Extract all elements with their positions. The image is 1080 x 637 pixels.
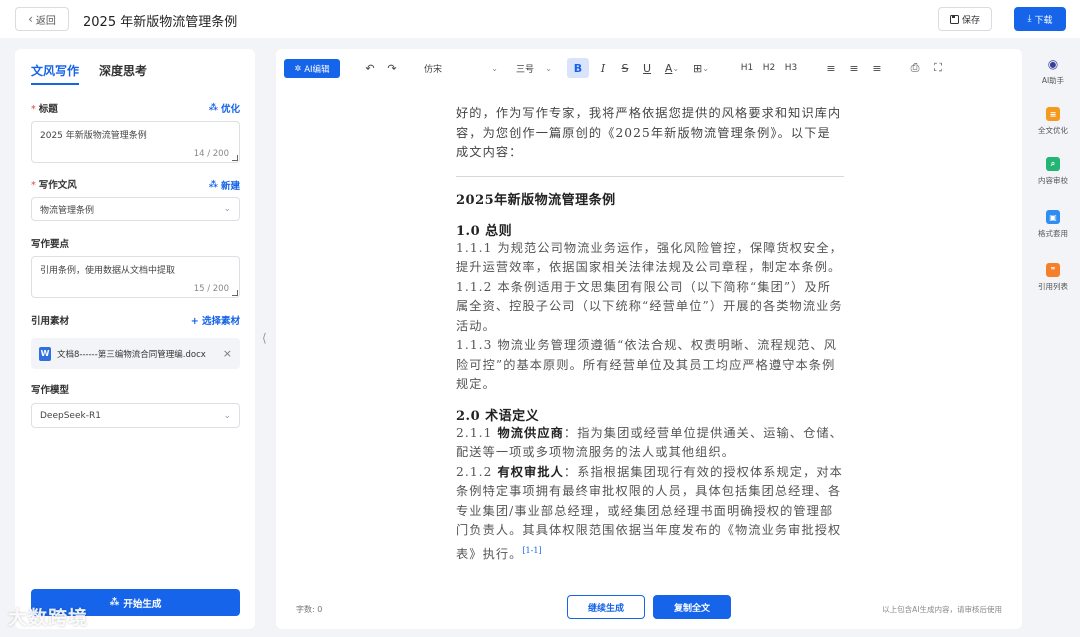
font-size-select[interactable]: 三号 ⌄ [512,58,556,78]
italic-icon[interactable]: I [594,58,612,78]
download-label: 下载 [1034,15,1053,26]
resize-handle[interactable] [232,155,238,161]
chevron-down-icon: ⌄ [545,63,552,73]
style-select[interactable]: 物流管理条例 ⌄ [31,197,240,221]
document-editor: ✲ AI编辑 ↶ ↷ 仿宋 ⌄ 三号 ⌄ B I S U A ⌄ ⊞ ⌄ H1 H2… [276,49,1022,629]
bold-icon[interactable]: B [567,58,589,78]
heading-2-button[interactable]: H2 [760,58,778,78]
magic-wand-icon: ⁂ [208,180,218,190]
editor-toolbar: ✲ AI编辑 ↶ ↷ 仿宋 ⌄ 三号 ⌄ B I S U A ⌄ ⊞ ⌄ H1 H2… [284,58,1012,82]
chevron-down-icon: ⌄ [491,63,498,73]
points-field-label: 写作要点 [31,239,70,250]
ai-icon: ✲ [294,64,302,73]
full-text-optimize-button[interactable]: ≡ 全文优化 [1030,107,1076,136]
intro-paragraph: 好的，作为写作专家，我将严格依据您提供的风格要求和知识库内容，为您创作一篇原创的… [456,106,842,159]
optimize-title-button[interactable]: ⁂ 优化 [209,101,240,115]
writing-settings-panel: 文风写作 深度思考 * 标题 ⁂ 优化 2025 年新版物流管理条例 14 / 2… [15,49,255,629]
select-material-button[interactable]: + 选择素材 [191,313,240,327]
format-icon: ▣ [1046,210,1060,224]
magic-wand-icon: ⁂ [109,597,120,608]
chevron-left-icon: ‹ [28,12,33,26]
ai-edit-button[interactable]: ✲ AI编辑 [284,59,340,78]
top-header: ‹ 返回 2025 年新版物流管理条例 保存 ⤓ 下载 [0,0,1080,38]
paragraph: 1.1.1 为规范公司物流业务运作，强化风险管控，保障货权安全，提升运营效率，依… [456,240,843,275]
model-field-label: 写作模型 [31,385,70,396]
table-icon[interactable]: ⊞ ⌄ [688,58,714,78]
back-button[interactable]: ‹ 返回 [15,7,69,31]
points-char-count: 15 / 200 [193,284,229,294]
fullscreen-icon[interactable]: ⛶ [929,58,947,78]
model-select[interactable]: DeepSeek-R1 ⌄ [31,403,240,428]
tab-style-writing[interactable]: 文风写作 [31,62,80,85]
paragraph: 2.1.2 有权审批人：系指根据集团现行有效的授权体系规定，对本条例特定事项拥有… [456,464,843,561]
ai-assistant-button[interactable]: ◉ AI助手 [1030,57,1076,86]
tab-deep-thinking[interactable]: 深度思考 [99,62,147,85]
print-icon[interactable]: ⎙ [906,58,924,78]
word-count: 字数: 0 [296,605,323,614]
underline-icon[interactable]: U [638,58,656,78]
heading-1-button[interactable]: H1 [738,58,756,78]
strikethrough-icon[interactable]: S [616,58,634,78]
document-content[interactable]: 好的，作为写作专家，我将严格依据您提供的风格要求和知识库内容，为您创作一篇原创的… [456,104,844,564]
citation-list-button[interactable]: ❞ 引用列表 [1030,263,1076,292]
document-icon: ≡ [1046,107,1060,121]
title-char-count: 14 / 200 [193,149,229,159]
format-apply-button[interactable]: ▣ 格式套用 [1030,210,1076,239]
heading-3-button[interactable]: H3 [782,58,800,78]
page-title: 2025 年新版物流管理条例 [83,15,238,30]
points-input[interactable]: 引用条例，使用数据从文档中提取 15 / 200 [31,256,240,298]
word-doc-icon: W [39,346,51,361]
title-input[interactable]: 2025 年新版物流管理条例 14 / 200 [31,121,240,163]
material-field-label: 引用素材 [31,316,70,327]
style-field-label: * 写作文风 [31,180,77,191]
chevron-down-icon: ⌄ [223,204,231,214]
file-name: 文档8------第三编物流合同管理编.docx [57,349,206,360]
text-color-icon[interactable]: A ⌄ [660,58,684,78]
chevron-down-icon: ⌄ [223,410,231,421]
section-heading: 1.0 总则 [456,223,513,239]
search-icon: ⌕ [1046,157,1060,171]
title-field-label: * 标题 [31,104,58,115]
document-title: 2025年新版物流管理条例 [456,192,616,208]
magic-wand-icon: ⁂ [208,103,218,113]
save-button[interactable]: 保存 [938,7,992,31]
section-heading: 2.0 术语定义 [456,408,540,424]
resize-handle[interactable] [232,290,238,296]
divider [456,175,844,177]
quote-icon: ❞ [1046,263,1060,277]
undo-icon[interactable]: ↶ [360,58,380,78]
ai-disclaimer: 以上包含AI生成内容，请审核后使用 [882,605,1002,614]
redo-icon[interactable]: ↷ [382,58,402,78]
new-style-button[interactable]: ⁂ 新建 [209,178,240,192]
paragraph: 2.1.1 物流供应商：指为集团或经营单位提供通关、运输、仓储、配送等一项或多项… [456,425,843,460]
paragraph: 1.1.3 物流业务管理须遵循“依法合规、权责明晰、流程规范、风险可控”的基本原… [456,338,838,391]
align-center-icon[interactable]: ≡ [845,58,863,78]
watermark: 大数跨境 [8,607,89,629]
robot-icon: ◉ [1047,57,1059,71]
citation-link[interactable]: [1-1] [522,546,541,555]
font-family-select[interactable]: 仿宋 ⌄ [420,58,502,78]
download-button[interactable]: ⤓ 下载 [1014,7,1066,31]
continue-generate-button[interactable]: 继续生成 [567,595,645,619]
collapse-panel-handle[interactable]: ⟨ [262,331,267,345]
save-label: 保存 [961,15,980,26]
copy-all-button[interactable]: 复制全文 [653,595,731,619]
align-right-icon[interactable]: ≡ [868,58,886,78]
back-label: 返回 [35,15,56,27]
download-icon: ⤓ [1027,14,1032,24]
align-left-icon[interactable]: ≡ [822,58,840,78]
material-file-chip: W 文档8------第三编物流合同管理编.docx × [31,338,240,369]
paragraph: 1.1.2 本条例适用于文思集团有限公司（以下简称“集团”）及所属全资、控股子公… [456,279,843,333]
remove-file-icon[interactable]: × [223,347,232,360]
content-review-button[interactable]: ⌕ 内容审校 [1030,157,1076,186]
save-icon [949,14,959,24]
panel-tabs: 文风写作 深度思考 [31,62,147,85]
